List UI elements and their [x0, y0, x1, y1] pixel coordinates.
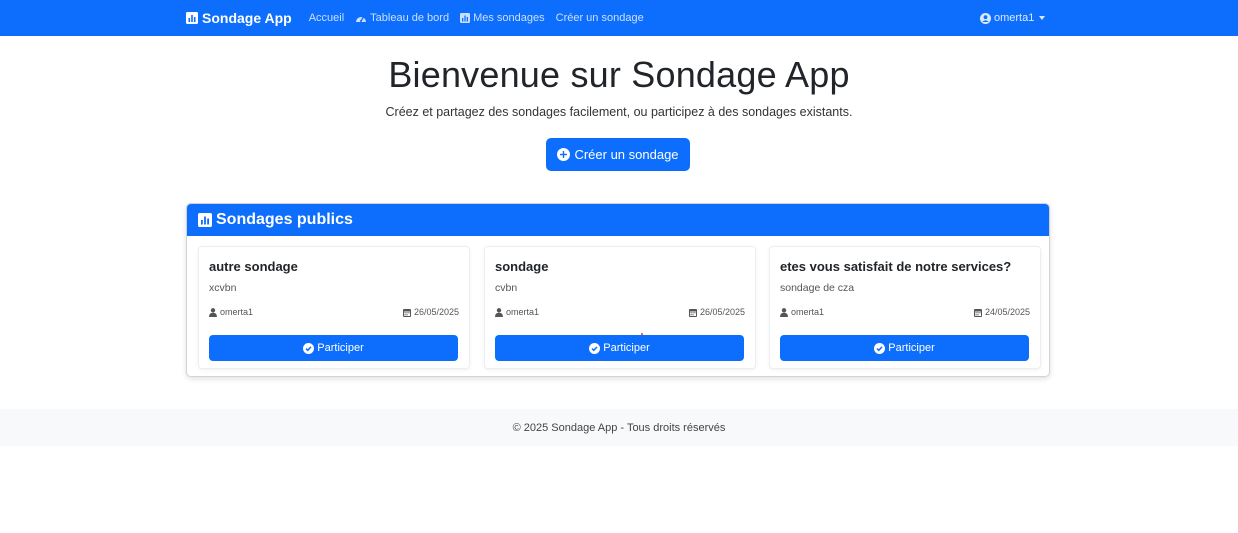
nav-link-mes-sondages[interactable]: Mes sondages: [460, 12, 545, 24]
nav-link-label: Créer un sondage: [555, 12, 644, 24]
participate-button[interactable]: Participer: [209, 335, 458, 361]
nav-link-tableau-de-bord[interactable]: Tableau de bord: [355, 12, 449, 24]
participate-label: Participer: [888, 342, 935, 354]
create-survey-button[interactable]: Créer un sondage: [546, 138, 690, 171]
page-subtitle: Créez et partagez des sondages facilemen…: [385, 105, 853, 119]
date-value: 24/05/2025: [984, 307, 1030, 317]
calendar-icon: [973, 308, 982, 317]
user-icon: [209, 307, 217, 317]
survey-card: etes vous satisfait de notre services? s…: [769, 246, 1041, 369]
cursor-mark: [641, 333, 643, 335]
calendar-icon: [688, 308, 697, 317]
chevron-down-icon: [1039, 16, 1046, 20]
survey-date: 26/05/2025: [402, 307, 459, 317]
survey-title: autre sondage: [209, 259, 298, 274]
footer-text: © 2025 Sondage App - Tous droits réservé…: [512, 421, 726, 434]
nav-link-label: Accueil: [308, 12, 345, 24]
page-title: Bienvenue sur Sondage App: [388, 54, 850, 95]
survey-card: autre sondage xcvbn omerta1 26/05/2025 P…: [198, 246, 470, 369]
public-surveys-panel: Sondages publics autre sondage xcvbn ome…: [186, 203, 1050, 377]
survey-description: xcvbn: [209, 282, 237, 294]
check-circle-icon: [874, 342, 886, 354]
author-name: omerta1: [506, 307, 540, 317]
calendar-icon: [402, 308, 411, 317]
participate-label: Participer: [317, 342, 364, 354]
chart-icon: [198, 213, 212, 227]
nav-link-accueil[interactable]: Accueil: [309, 12, 344, 24]
nav-link-label: Tableau de bord: [370, 12, 450, 24]
brand-link[interactable]: Sondage App: [186, 10, 292, 26]
user-circle-icon: [980, 12, 991, 24]
participate-button[interactable]: Participer: [495, 335, 744, 361]
user-menu-toggle[interactable]: omerta1: [980, 0, 1046, 36]
gauge-icon: [355, 13, 367, 23]
navbar: Sondage App Accueil Tableau de bord Mes …: [0, 0, 1238, 36]
user-icon: [780, 307, 788, 317]
create-survey-label: Créer un sondage: [574, 147, 679, 162]
panel-header: Sondages publics: [187, 204, 1049, 236]
survey-card: sondage cvbn omerta1 26/05/2025 Particip…: [484, 246, 756, 369]
check-circle-icon: [303, 342, 315, 354]
survey-title: sondage: [495, 259, 549, 274]
date-value: 26/05/2025: [413, 307, 459, 317]
survey-date: 26/05/2025: [688, 307, 745, 317]
survey-description: sondage de cza: [780, 282, 855, 294]
date-value: 26/05/2025: [699, 307, 745, 317]
survey-author: omerta1: [495, 307, 539, 317]
survey-date: 24/05/2025: [973, 307, 1030, 317]
check-circle-icon: [589, 342, 601, 354]
user-name: omerta1: [994, 12, 1035, 24]
user-icon: [495, 307, 503, 317]
footer: © 2025 Sondage App - Tous droits réservé…: [0, 409, 1238, 446]
survey-title: etes vous satisfait de notre services?: [780, 259, 1012, 274]
nav-link-label: Mes sondages: [473, 12, 545, 24]
plus-circle-icon: [557, 148, 571, 161]
chart-icon: [460, 13, 471, 23]
nav-link-creer-sondage[interactable]: Créer un sondage: [556, 12, 644, 24]
author-name: omerta1: [220, 307, 254, 317]
author-name: omerta1: [791, 307, 825, 317]
panel-title: Sondages publics: [216, 211, 353, 228]
participate-label: Participer: [603, 342, 650, 354]
survey-author: omerta1: [780, 307, 824, 317]
participate-button[interactable]: Participer: [780, 335, 1029, 361]
chart-icon: [186, 12, 198, 24]
survey-author: omerta1: [209, 307, 253, 317]
survey-description: cvbn: [495, 282, 518, 294]
brand-label: Sondage App: [202, 10, 292, 26]
navbar-left: Sondage App Accueil Tableau de bord Mes …: [186, 0, 655, 36]
